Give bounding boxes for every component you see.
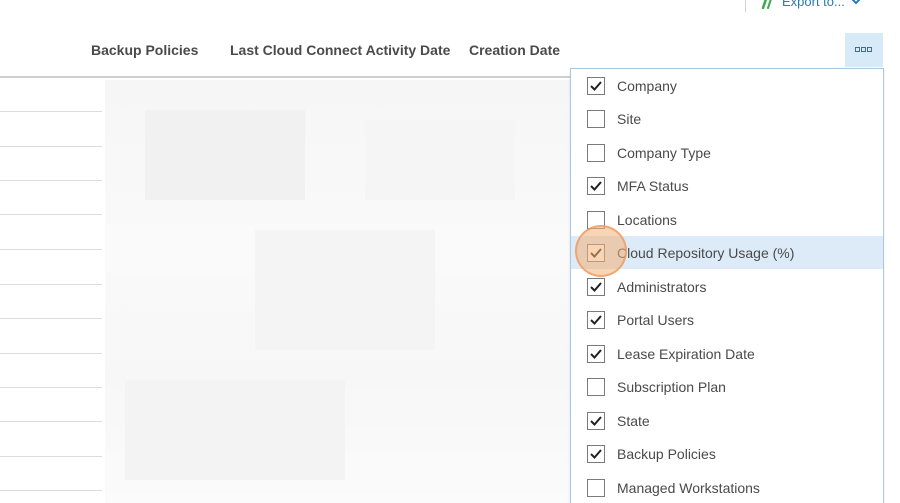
column-chooser-button[interactable] [845,33,883,67]
column-option-site[interactable]: Site [571,102,883,135]
toolbar-divider [745,0,746,12]
column-option-label: Portal Users [617,311,695,328]
row-divider [0,146,102,147]
column-option-label: Company Type [617,144,711,161]
column-option-company-type[interactable]: Company Type [571,136,883,169]
column-header-creation-date[interactable]: Creation Date [469,42,560,58]
blur-block [365,120,515,200]
blur-block [145,110,305,200]
column-option-locations[interactable]: Locations [571,203,883,236]
column-option-cloud-repository-usage[interactable]: Cloud Repository Usage (%) [571,236,883,269]
column-option-label: Administrators [617,278,707,295]
checkbox[interactable] [587,109,605,128]
checkbox[interactable] [587,76,605,95]
row-divider [0,249,102,250]
column-header-last-cloud-connect-activity-date[interactable]: Last Cloud Connect Activity Date [230,42,450,58]
row-divider [0,353,102,354]
checkbox[interactable] [587,310,605,329]
column-option-backup-policies[interactable]: Backup Policies [571,437,883,470]
row-divider [0,111,102,112]
row-divider [0,490,102,491]
column-option-portal-users[interactable]: Portal Users [571,303,883,336]
row-divider [0,421,102,422]
checkbox[interactable] [587,444,605,463]
blur-block [125,380,345,480]
checkbox[interactable] [587,210,605,229]
checkbox[interactable] [587,478,605,497]
row-divider [0,284,102,285]
blur-block [255,230,435,350]
checkbox[interactable] [587,277,605,296]
checkbox[interactable] [587,176,605,195]
column-option-label: Managed Workstations [617,479,760,496]
page: Export to... Backup Policies Last Cloud … [0,0,900,503]
column-option-lease-expiration-date[interactable]: Lease Expiration Date [571,337,883,370]
column-option-label: MFA Status [617,177,689,194]
column-option-state[interactable]: State [571,404,883,437]
export-button[interactable]: Export to... [760,0,861,10]
column-header-backup-policies[interactable]: Backup Policies [91,42,198,58]
columns-icon [855,41,873,59]
row-divider [0,318,102,319]
row-divider [0,456,102,457]
column-option-label: Subscription Plan [617,378,726,395]
column-option-company[interactable]: Company [571,69,883,102]
checkbox[interactable] [587,411,605,430]
column-option-label: Site [617,110,642,127]
column-option-label: State [617,412,650,429]
row-divider [0,180,102,181]
column-option-label: Backup Policies [617,445,716,462]
checkbox[interactable] [587,377,605,396]
column-option-label: Locations [617,211,677,228]
checkbox[interactable] [587,344,605,363]
export-icon [760,0,776,9]
chevron-down-icon [851,0,861,6]
column-option-label: Company [617,77,677,94]
column-option-subscription-plan[interactable]: Subscription Plan [571,370,883,403]
column-chooser-dropdown: Company Site Company Type MFA Status Loc… [570,68,884,503]
column-option-administrators[interactable]: Administrators [571,270,883,303]
blurred-grid-content [105,80,570,503]
column-option-mfa-status[interactable]: MFA Status [571,169,883,202]
export-label: Export to... [782,0,845,9]
row-divider [0,387,102,388]
column-option-label: Lease Expiration Date [617,345,755,362]
checkbox[interactable] [587,243,605,262]
checkbox[interactable] [587,143,605,162]
row-divider [0,214,102,215]
column-option-managed-workstations[interactable]: Managed Workstations [571,471,883,503]
column-option-label: Cloud Repository Usage (%) [617,244,795,261]
